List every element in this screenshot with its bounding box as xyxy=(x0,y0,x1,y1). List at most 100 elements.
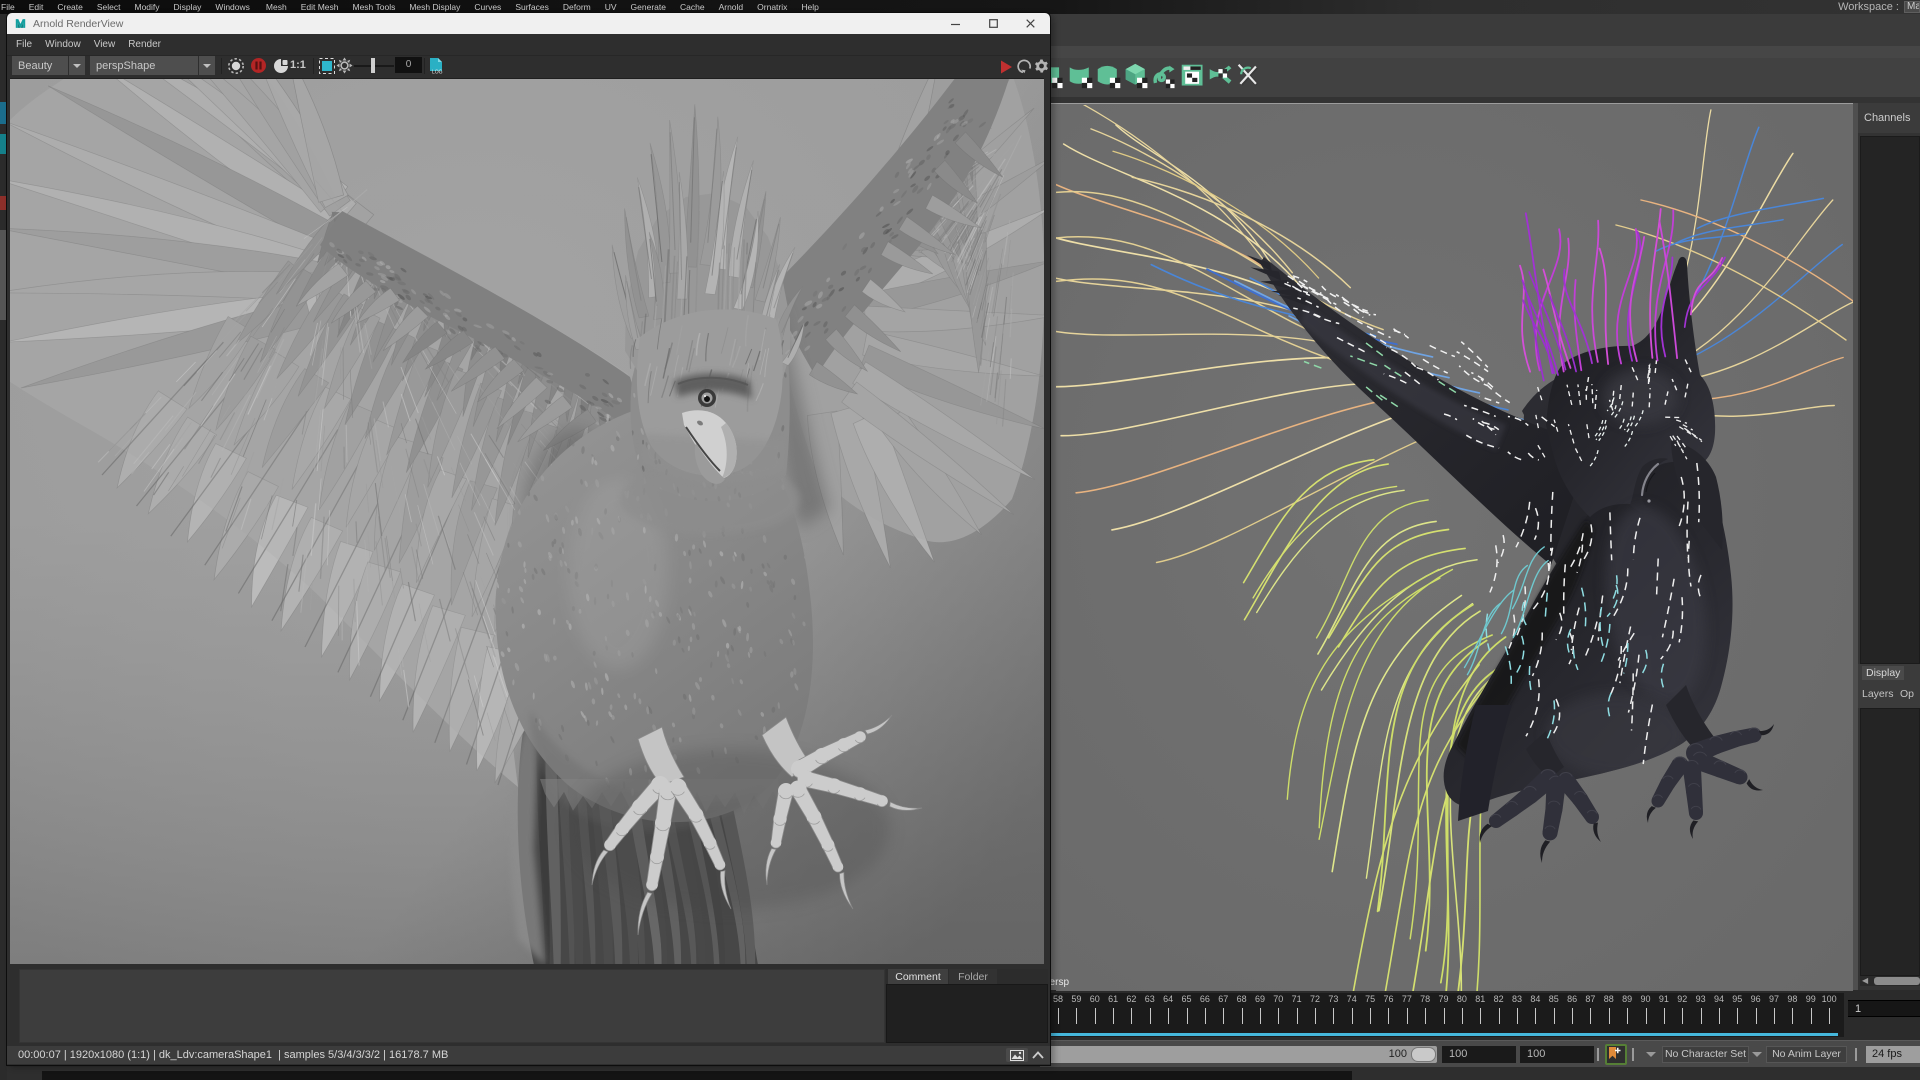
frame-tick[interactable] xyxy=(1664,1008,1665,1024)
frame-tick[interactable] xyxy=(1444,1008,1445,1024)
exposure-value-field[interactable]: 0 xyxy=(395,57,422,73)
layer-editor-hscrollbar[interactable]: ◀ xyxy=(1860,976,1920,986)
frame-tick[interactable] xyxy=(1297,1008,1298,1024)
collapse-chevron-icon[interactable] xyxy=(1030,1048,1046,1062)
maximize-button[interactable] xyxy=(978,13,1008,34)
workspace-dropdown[interactable]: Ma xyxy=(1904,1,1920,13)
frame-tick[interactable] xyxy=(1131,1008,1132,1024)
snapshot-image-icon[interactable] xyxy=(1006,1048,1028,1062)
zoom-1to1-button[interactable]: 1:1 xyxy=(290,59,306,71)
frame-tick[interactable] xyxy=(1701,1008,1702,1024)
frame-tick[interactable] xyxy=(1774,1008,1775,1024)
menu-arnold[interactable]: Arnold xyxy=(719,0,744,14)
needle-cross-icon[interactable] xyxy=(1236,62,1262,95)
arnold-menu-render[interactable]: Render xyxy=(128,39,161,50)
debug-shading-icon[interactable] xyxy=(273,58,289,79)
tab-display[interactable]: Display xyxy=(1862,666,1904,680)
menu-curves[interactable]: Curves xyxy=(474,0,501,14)
frame-tick[interactable] xyxy=(1058,1008,1059,1024)
frame-tick[interactable] xyxy=(1187,1008,1188,1024)
arnold-titlebar[interactable]: Arnold RenderView xyxy=(7,13,1050,34)
menu-mesh-tools[interactable]: Mesh Tools xyxy=(353,0,396,14)
arnold-menu-window[interactable]: Window xyxy=(45,39,81,50)
play-ipr-icon[interactable] xyxy=(1000,60,1013,79)
frame-tick[interactable] xyxy=(1407,1008,1408,1024)
uv-editor-icon[interactable] xyxy=(1180,62,1206,95)
arnold-menu-view[interactable]: View xyxy=(94,39,116,50)
exposure-slider-handle[interactable] xyxy=(371,58,375,73)
menu-surfaces[interactable]: Surfaces xyxy=(515,0,549,14)
frame-tick[interactable] xyxy=(1590,1008,1591,1024)
camera-selector[interactable]: perspShape xyxy=(90,56,215,75)
frame-tick[interactable] xyxy=(1205,1008,1206,1024)
frame-tick[interactable] xyxy=(1554,1008,1555,1024)
cut-cross-icon[interactable] xyxy=(1208,62,1234,95)
animation-end-field[interactable]: 100 xyxy=(1520,1046,1594,1063)
frame-tick[interactable] xyxy=(1480,1008,1481,1024)
menu-cache[interactable]: Cache xyxy=(680,0,705,14)
range-slider-handle[interactable] xyxy=(1411,1047,1436,1062)
frame-tick[interactable] xyxy=(1627,1008,1628,1024)
poly-shell-icon[interactable] xyxy=(1068,62,1094,95)
scroll-left-icon[interactable]: ◀ xyxy=(1862,977,1868,985)
menu-uv[interactable]: UV xyxy=(605,0,617,14)
menu-create[interactable]: Create xyxy=(57,0,83,14)
frame-tick[interactable] xyxy=(1499,1008,1500,1024)
character-set-dropdown-icon[interactable] xyxy=(1646,1052,1656,1057)
frame-tick[interactable] xyxy=(1315,1008,1316,1024)
frame-tick[interactable] xyxy=(1719,1008,1720,1024)
minimize-button[interactable] xyxy=(941,13,971,34)
menu-mesh[interactable]: Mesh xyxy=(266,0,287,14)
menu-mesh-display[interactable]: Mesh Display xyxy=(409,0,460,14)
frame-tick[interactable] xyxy=(1333,1008,1334,1024)
anim-layer-dropdown-icon[interactable] xyxy=(1752,1052,1762,1057)
playback-end-field[interactable]: 100 xyxy=(1442,1046,1516,1063)
poly-cube-icon[interactable] xyxy=(1124,62,1150,95)
channel-box-list[interactable] xyxy=(1860,136,1920,664)
region-render-icon[interactable] xyxy=(319,58,335,79)
aperture-icon[interactable] xyxy=(336,57,353,79)
dropdown-arrow-icon[interactable] xyxy=(198,56,215,75)
frame-tick[interactable] xyxy=(1756,1008,1757,1024)
frame-tick[interactable] xyxy=(1076,1008,1077,1024)
menu-ornatrix[interactable]: Ornatrix xyxy=(757,0,787,14)
settings-gear-icon[interactable] xyxy=(1034,59,1049,79)
frame-tick[interactable] xyxy=(1278,1008,1279,1024)
frame-tick[interactable] xyxy=(1609,1008,1610,1024)
bookmark-button[interactable] xyxy=(1605,1044,1627,1065)
channels-menu[interactable]: Channels xyxy=(1864,112,1910,124)
current-frame-field[interactable]: 1 xyxy=(1848,1000,1920,1017)
start-render-icon[interactable] xyxy=(227,57,245,80)
frame-tick[interactable] xyxy=(1737,1008,1738,1024)
frame-tick[interactable] xyxy=(1462,1008,1463,1024)
fps-field[interactable]: 24 fps xyxy=(1866,1046,1920,1063)
frame-tick[interactable] xyxy=(1811,1008,1812,1024)
menu-edit[interactable]: Edit xyxy=(29,0,44,14)
frame-tick[interactable] xyxy=(1260,1008,1261,1024)
frame-tick[interactable] xyxy=(1388,1008,1389,1024)
frame-tick[interactable] xyxy=(1535,1008,1536,1024)
frame-tick[interactable] xyxy=(1095,1008,1096,1024)
log-icon[interactable]: LOG xyxy=(428,57,444,79)
layer-editor-list[interactable] xyxy=(1860,708,1920,976)
menu-windows[interactable]: Windows xyxy=(215,0,249,14)
menu-select[interactable]: Select xyxy=(97,0,121,14)
refresh-loop-icon[interactable] xyxy=(1017,59,1032,79)
frame-tick[interactable] xyxy=(1682,1008,1683,1024)
frame-tick[interactable] xyxy=(1792,1008,1793,1024)
arnold-menu-file[interactable]: File xyxy=(16,39,32,50)
frame-tick[interactable] xyxy=(1113,1008,1114,1024)
frame-tick[interactable] xyxy=(1370,1008,1371,1024)
close-button[interactable] xyxy=(1015,13,1045,34)
time-slider[interactable]: 5859606162636465666768697071727374757677… xyxy=(1040,993,1844,1037)
frame-tick[interactable] xyxy=(1150,1008,1151,1024)
aov-selector[interactable]: Beauty xyxy=(12,56,85,75)
dropdown-arrow-icon[interactable] xyxy=(68,56,85,75)
menu-edit-mesh[interactable]: Edit Mesh xyxy=(301,0,339,14)
maya-viewport[interactable]: persp xyxy=(1040,103,1853,990)
curve-flow-icon[interactable] xyxy=(1152,62,1178,95)
anim-layer-field[interactable]: No Anim Layer xyxy=(1766,1046,1847,1063)
tab-comment[interactable]: Comment xyxy=(888,969,948,984)
menu-modify[interactable]: Modify xyxy=(135,0,160,14)
render-image[interactable] xyxy=(10,78,1044,964)
